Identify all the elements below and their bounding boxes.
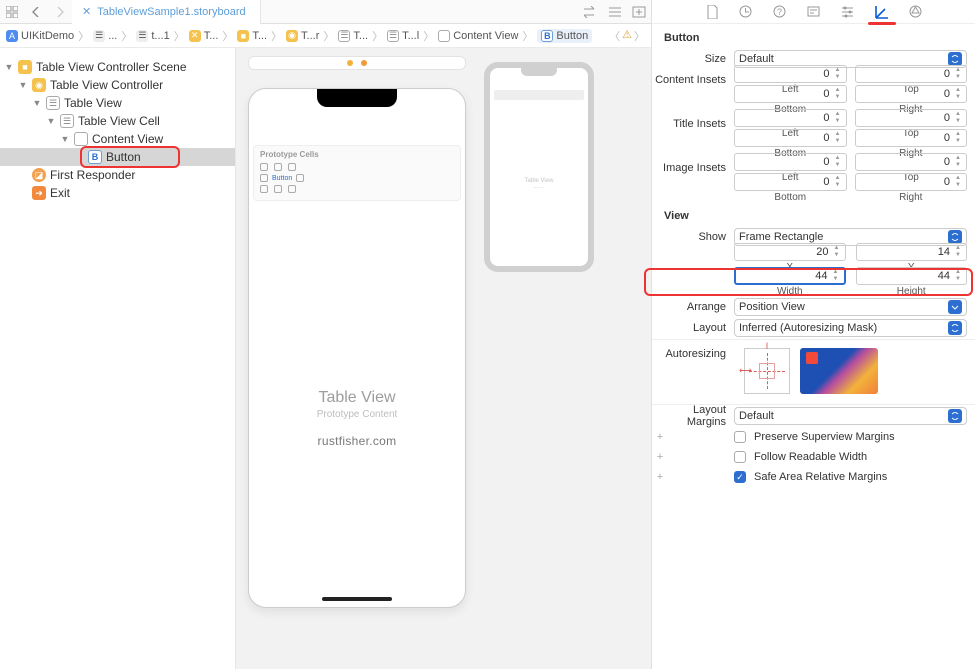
chevron-down-icon <box>948 321 962 335</box>
inspector-panel: ? Button Size Default Content Insets 0▲▼… <box>652 0 975 669</box>
cell-row[interactable]: ▼☰ Table View Cell <box>0 112 235 130</box>
cell-button[interactable]: Button <box>272 175 292 182</box>
frame-x-input[interactable]: 20▲▼ <box>734 243 846 261</box>
title-insets-block: Title Insets 0▲▼Left 0▲▼Top 0▲▼Bottom 0▲… <box>652 114 975 158</box>
bc-button[interactable]: BButton <box>537 29 592 43</box>
chevron-down-icon <box>948 409 962 423</box>
frame-wh-block: 44▲▼Width 44▲▼Height <box>652 272 975 296</box>
content-inset-top-input[interactable]: 0▲▼ <box>855 65 968 83</box>
chevron-down-icon <box>948 300 962 314</box>
connections-inspector-icon[interactable] <box>908 4 924 20</box>
bc-next-icon[interactable]: 〉 <box>634 28 645 44</box>
prototype-cell-area[interactable]: Prototype Cells Button <box>253 145 461 201</box>
content-inset-right-input[interactable]: 0▲▼ <box>855 85 968 103</box>
svg-text:?: ? <box>777 7 782 17</box>
help-inspector-icon[interactable]: ? <box>772 4 788 20</box>
phone-preview-mini[interactable]: Table View — — <box>484 62 594 272</box>
add-icon[interactable]: + <box>652 431 668 443</box>
grid-icon[interactable] <box>0 0 24 24</box>
autoresizing-control[interactable]: I⟷ <box>744 348 790 394</box>
button-row[interactable]: B Button <box>0 148 235 166</box>
content-inset-left-input[interactable]: 0▲▼ <box>734 65 847 83</box>
canvas-center-text: Table View Prototype Content rustfisher.… <box>249 389 465 448</box>
forward-button[interactable] <box>48 0 72 24</box>
add-editor-icon[interactable] <box>627 0 651 24</box>
autoresizing-row: Autoresizing I⟷ <box>652 344 975 398</box>
history-inspector-icon[interactable] <box>738 4 754 20</box>
back-button[interactable] <box>24 0 48 24</box>
layout-margins-row: Layout Margins Default <box>652 405 975 427</box>
scene-titlebar[interactable] <box>248 56 466 70</box>
title-inset-left-input[interactable]: 0▲▼ <box>734 109 847 127</box>
safe-area-checkbox[interactable] <box>734 471 746 483</box>
content-view-row[interactable]: ▼ Content View <box>0 130 235 148</box>
warning-icon[interactable]: ⚠ <box>622 28 632 44</box>
content-inset-bottom-input[interactable]: 0▲▼ <box>734 85 847 103</box>
bc-item[interactable]: ☰T... <box>338 30 368 42</box>
scene-row[interactable]: ▼■ Table View Controller Scene <box>0 58 235 76</box>
layout-row: Layout Inferred (Autoresizing Mask) <box>652 318 975 340</box>
editor-tab[interactable]: ✕ TableViewSample1.storyboard <box>72 0 261 24</box>
bc-content-view[interactable]: Content View <box>438 30 518 42</box>
first-responder-row[interactable]: ◪ First Responder <box>0 166 235 184</box>
preserve-superview-row: + Preserve Superview Margins <box>652 427 975 447</box>
image-inset-right-input[interactable]: 0▲▼ <box>855 173 968 191</box>
tab-filename: TableViewSample1.storyboard <box>97 6 245 18</box>
chevron-down-icon <box>948 52 962 66</box>
layout-select[interactable]: Inferred (Autoresizing Mask) <box>734 319 967 337</box>
prototype-header: Prototype Cells <box>260 150 454 159</box>
add-icon[interactable]: + <box>652 471 668 483</box>
title-inset-top-input[interactable]: 0▲▼ <box>855 109 968 127</box>
breadcrumb: A UIKitDemo 〉 ☰... 〉 ☰t...1 〉 ✕T... 〉 ■T… <box>0 24 651 48</box>
bc-folder[interactable]: ☰... <box>93 30 117 42</box>
document-outline: ▼■ Table View Controller Scene ▼◉ Table … <box>0 48 236 669</box>
title-inset-bottom-input[interactable]: 0▲▼ <box>734 129 847 147</box>
controller-row[interactable]: ▼◉ Table View Controller <box>0 76 235 94</box>
frame-y-input[interactable]: 14▲▼ <box>856 243 968 261</box>
image-inset-top-input[interactable]: 0▲▼ <box>855 153 968 171</box>
lines-icon[interactable] <box>603 0 627 24</box>
bc-item[interactable]: ☰t...1 <box>136 30 169 42</box>
storyboard-canvas[interactable]: Prototype Cells Button Table View Protot… <box>236 48 651 669</box>
image-inset-bottom-input[interactable]: 0▲▼ <box>734 173 847 191</box>
bc-project[interactable]: A UIKitDemo <box>6 30 74 42</box>
identity-inspector-icon[interactable] <box>806 4 822 20</box>
view-section-title: View <box>652 202 975 226</box>
content-insets-block: Content Insets 0▲▼Left 0▲▼Top 0▲▼Bottom … <box>652 70 975 114</box>
bc-item[interactable]: ✕T... <box>189 30 219 42</box>
chevron-down-icon <box>948 230 962 244</box>
follow-readable-checkbox[interactable] <box>734 451 746 463</box>
autoresizing-preview <box>800 348 878 394</box>
size-inspector-icon[interactable] <box>874 4 890 20</box>
exit-row[interactable]: ➜ Exit <box>0 184 235 202</box>
arrange-select[interactable]: Position View <box>734 298 967 316</box>
home-indicator <box>322 597 392 601</box>
frame-width-input[interactable]: 44▲▼ <box>734 267 846 285</box>
file-inspector-icon[interactable] <box>704 4 720 20</box>
image-inset-left-input[interactable]: 0▲▼ <box>734 153 847 171</box>
phone-preview-large[interactable]: Prototype Cells Button Table View Protot… <box>248 88 466 608</box>
frame-height-input[interactable]: 44▲▼ <box>856 267 968 285</box>
editor-tabbar: ✕ TableViewSample1.storyboard <box>0 0 651 24</box>
close-tab-icon[interactable]: ✕ <box>82 5 91 18</box>
inspector-tabs: ? <box>652 0 975 24</box>
scene-label: Table View Controller Scene <box>36 60 187 74</box>
arrange-row: Arrange Position View <box>652 296 975 318</box>
bc-prev-icon[interactable]: 〈 <box>609 28 620 44</box>
swap-icon[interactable] <box>579 0 603 24</box>
button-section-title: Button <box>652 24 975 48</box>
bc-item[interactable]: ■T... <box>237 30 267 42</box>
follow-readable-row: + Follow Readable Width <box>652 447 975 467</box>
notch <box>317 89 397 107</box>
table-view-row[interactable]: ▼☰ Table View <box>0 94 235 112</box>
add-icon[interactable]: + <box>652 451 668 463</box>
safe-area-row: + Safe Area Relative Margins <box>652 467 975 487</box>
attributes-inspector-icon[interactable] <box>840 4 856 20</box>
title-inset-right-input[interactable]: 0▲▼ <box>855 129 968 147</box>
bc-item[interactable]: ◉T...r <box>286 30 319 42</box>
layout-margins-select[interactable]: Default <box>734 407 967 425</box>
preserve-superview-checkbox[interactable] <box>734 431 746 443</box>
bc-item[interactable]: ☰T...l <box>387 30 419 42</box>
image-insets-block: Image Insets 0▲▼Left 0▲▼Top 0▲▼Bottom 0▲… <box>652 158 975 202</box>
